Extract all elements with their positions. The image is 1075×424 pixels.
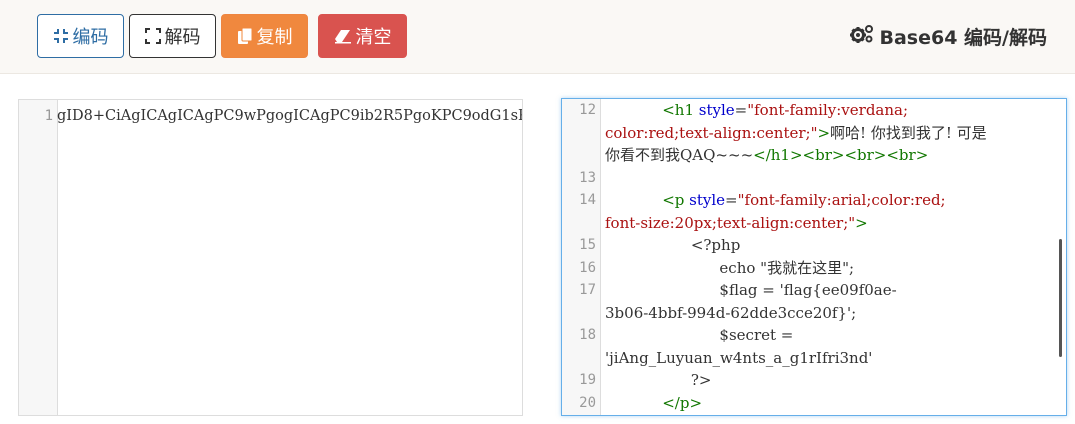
line-text: 你看不到我QAQ~~~</h1><br><br><br>: [605, 144, 928, 167]
code-token: <h1: [662, 101, 699, 119]
clear-label: 清空: [355, 27, 392, 48]
code-token: $flag = 'flag{ee09f0ae-: [605, 281, 897, 299]
gears-icon: [849, 24, 874, 49]
copy-button[interactable]: 复制: [221, 14, 308, 58]
code-line: 'jiAng_Luyuan_w4nts_a_g1rIfri3nd': [562, 347, 1066, 370]
line-text: 'jiAng_Luyuan_w4nts_a_g1rIfri3nd': [605, 347, 872, 370]
code-line: 14 <p style="font-family:arial;color:red…: [562, 189, 1066, 212]
line-number: 1: [44, 108, 53, 124]
line-text: <?php: [605, 234, 741, 257]
code-token: ?>: [605, 371, 712, 389]
line-number: 13: [579, 169, 596, 186]
line-number: 19: [579, 372, 596, 388]
line-text: 3b06-4bbf-994d-62dde3cce20f}';: [605, 302, 856, 325]
code-token: </p>: [662, 393, 703, 412]
decode-button[interactable]: 解码: [129, 14, 216, 58]
code-token: <?php: [605, 236, 741, 254]
code-token: 'jiAng_Luyuan_w4nts_a_g1rIfri3nd': [605, 348, 873, 367]
title-text: Base64 编码/解码: [879, 26, 1048, 49]
code-token: 3b06-4bbf-994d-62dde3cce20f}';: [605, 303, 857, 322]
code-line: 15 <?php: [562, 234, 1066, 257]
line-number: 20: [579, 394, 596, 411]
line-text: </p>: [605, 392, 702, 415]
encode-button[interactable]: 编码: [37, 14, 124, 58]
eraser-icon: [334, 28, 352, 44]
code-token: style: [689, 191, 726, 209]
copy-icon: [237, 27, 253, 45]
input-text[interactable]: gID8+CiAgICAgICAgPC9wPgogICAgPC9ib2R5Pgo…: [57, 108, 522, 124]
copy-label: 复制: [256, 27, 293, 48]
code-line: font-size:20px;text-align:center;">: [562, 212, 1066, 235]
line-text: color:red;text-align:center;">啊哈! 你找到我了!…: [605, 122, 987, 145]
line-text: $flag = 'flag{ee09f0ae-: [605, 279, 897, 302]
code-line: 12 <h1 style="font-family:verdana;: [562, 99, 1066, 122]
code-token: <p: [662, 191, 690, 209]
code-line: 3b06-4bbf-994d-62dde3cce20f}';: [562, 302, 1066, 325]
encode-label: 编码: [72, 27, 109, 48]
code-line: color:red;text-align:center;">啊哈! 你找到我了!…: [562, 122, 1066, 145]
input-editor[interactable]: 1 gID8+CiAgICAgICAgPC9wPgogICAgPC9ib2R5P…: [18, 99, 523, 416]
code-line: 16 echo "我就在这里";: [562, 257, 1066, 280]
clear-button[interactable]: 清空: [318, 14, 407, 58]
code-token: >: [855, 213, 868, 232]
toolbar: 编码 解码 复制 清空 Base64 编码/解码: [0, 0, 1075, 74]
code-token: </h1><br><br><br>: [753, 146, 929, 164]
scrollbar[interactable]: [1059, 239, 1062, 357]
code-token: >: [817, 123, 831, 142]
code-token: =: [734, 101, 748, 119]
line-number: 15: [579, 237, 596, 253]
line-text: <h1 style="font-family:verdana;: [605, 99, 908, 122]
page-title: Base64 编码/解码: [849, 22, 1048, 50]
line-gutter: 1: [19, 100, 58, 415]
compress-icon: [53, 28, 69, 44]
code-token: echo "我就在这里";: [605, 258, 855, 277]
code-line: 13: [562, 167, 1066, 190]
code-token: $secret =: [605, 326, 794, 344]
code-token: 啊哈! 你找到我了! 可是: [830, 123, 987, 142]
line-number: 12: [579, 102, 596, 118]
line-number: 16: [579, 259, 596, 276]
line-number: 18: [579, 327, 596, 343]
code-token: font-size:20px;text-align:center;": [605, 213, 856, 232]
code-line: 18 $secret =: [562, 324, 1066, 347]
code-area[interactable]: 12 <h1 style="font-family:verdana; color:…: [562, 99, 1066, 415]
expand-icon: [144, 28, 161, 44]
code-line: 20 </p>: [562, 392, 1066, 415]
code-line: 你看不到我QAQ~~~</h1><br><br><br>: [562, 144, 1066, 167]
code-token: "font-family:arial;color:red;: [737, 191, 946, 209]
code-token: 你看不到我QAQ~~~: [605, 146, 754, 164]
line-number: 14: [579, 192, 596, 208]
code-line: 19 ?>: [562, 369, 1066, 392]
code-line: 17 $flag = 'flag{ee09f0ae-: [562, 279, 1066, 302]
code-token: =: [725, 191, 738, 209]
line-text: echo "我就在这里";: [605, 257, 854, 280]
decode-label: 解码: [164, 27, 201, 48]
line-text: ?>: [605, 369, 712, 392]
line-number: 17: [579, 282, 596, 298]
output-editor[interactable]: 12 <h1 style="font-family:verdana; color:…: [561, 98, 1067, 416]
code-token: style: [698, 101, 735, 119]
line-text: <p style="font-family:arial;color:red;: [605, 189, 946, 212]
line-text: font-size:20px;text-align:center;">: [605, 212, 868, 235]
line-text: $secret =: [605, 324, 793, 347]
code-token: color:red;text-align:center;": [605, 123, 818, 142]
code-token: "font-family:verdana;: [747, 101, 909, 119]
